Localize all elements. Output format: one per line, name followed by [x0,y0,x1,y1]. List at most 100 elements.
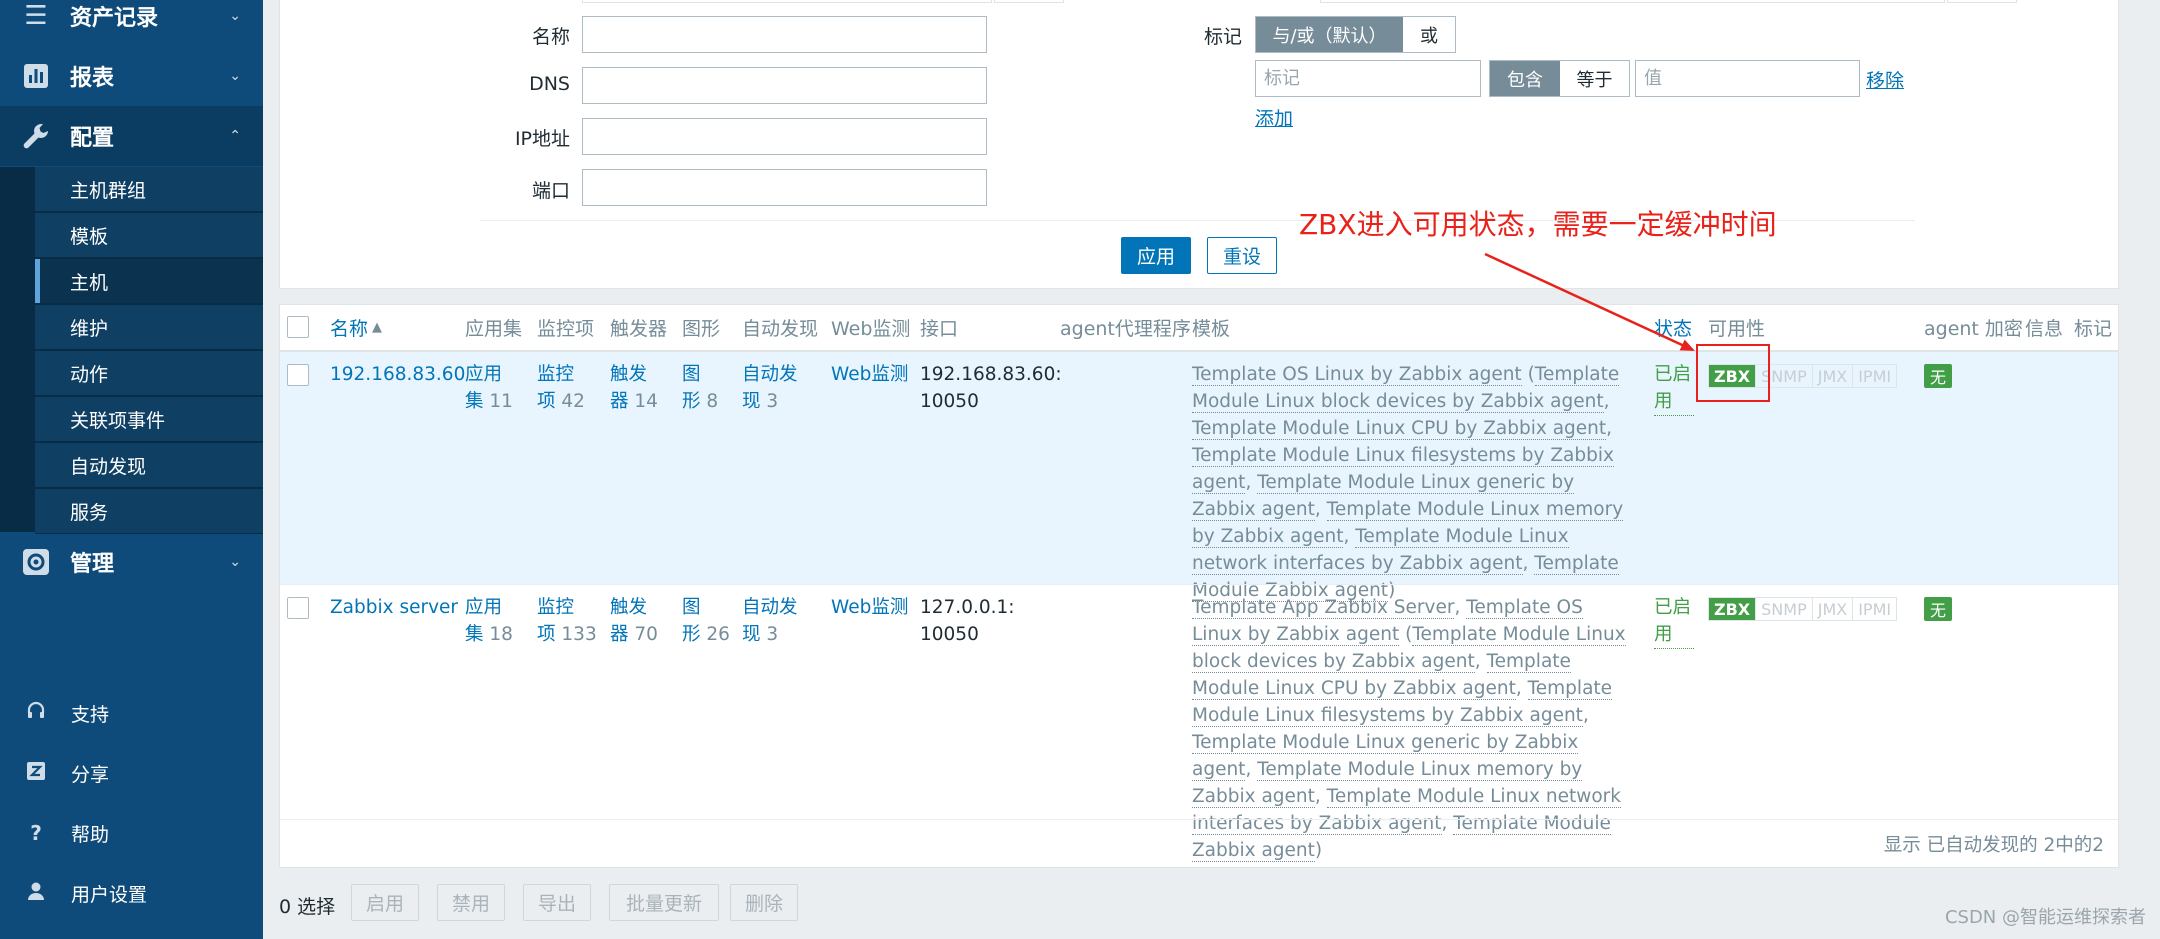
col-web: Web监测 [831,318,911,340]
chevron-up-icon: ⌃ [229,128,241,144]
row-checkbox[interactable] [287,364,309,386]
triggers-label-2: 器 [610,391,629,412]
graphs-count: 26 [706,624,730,645]
mass-update-button[interactable]: 批量更新 [609,884,719,921]
table-footer-count: 显示 已自动发现的 2中的2 [1883,835,2104,856]
hosts-table: 名称 ▲ 应用集 监控项 触发器 图形 自动发现 Web监测 接口 agent代… [279,304,2119,868]
jmx-badge: JMX [1813,598,1854,620]
discovery-label-2: 现 [742,391,761,412]
name-input[interactable] [582,16,987,53]
template-link[interactable]: Template App Zabbix Server [1192,597,1455,619]
select-all-checkbox[interactable] [287,316,309,338]
web-link[interactable]: Web监测 [831,364,908,385]
template-link[interactable]: Template Module Linux CPU by Zabbix agen… [1192,418,1607,440]
apply-button[interactable]: 应用 [1121,237,1191,274]
status-enabled-link[interactable]: 已启用 [1654,361,1694,416]
discovery-label-1: 自动发 [742,597,798,618]
ip-input[interactable] [582,118,987,155]
zbx-badge: ZBX [1709,598,1757,620]
triggers-count: 70 [634,624,658,645]
enable-button[interactable]: 启用 [351,884,419,921]
col-info: 信息 [2025,318,2064,340]
disable-button[interactable]: 禁用 [437,884,505,921]
submenu-templates[interactable]: 模板 [35,213,263,258]
nav-support[interactable]: 支持 [0,684,263,742]
submenu-services[interactable]: 服务 [35,489,263,534]
headset-icon [24,701,48,726]
graphs-count: 8 [706,391,719,412]
tag-op-equals[interactable]: 等于 [1560,61,1629,96]
nav-administration-label: 管理 [70,552,115,577]
nav-reports[interactable]: 报表 ⌄ [0,46,263,106]
watermark: CSDN @智能运维探索者 [1944,907,2146,928]
tag-name-input[interactable] [1255,60,1481,97]
reset-button[interactable]: 重设 [1207,237,1277,274]
encryption-none-badge: 无 [1924,597,1952,621]
col-discovery: 自动发现 [742,318,819,340]
submenu-maintenance[interactable]: 维护 [35,305,263,350]
port-input[interactable] [582,169,987,206]
remove-tag-link[interactable]: 移除 [1866,66,1904,93]
export-button[interactable]: 导出 [523,884,591,921]
templates-list: Template App Zabbix Server, Template OS … [1192,597,1626,862]
nav-reports-label: 报表 [70,66,115,91]
selected-count: 0 选择 [279,896,336,918]
nav-share-label: 分享 [71,763,110,786]
submenu-discovery[interactable]: 自动发现 [35,443,263,488]
nav-share[interactable]: 分享 [0,744,263,802]
status-label-2: 用 [1654,391,1673,412]
col-templates: 模板 [1192,318,1231,340]
bar-chart-icon [22,62,50,90]
nav-help-label: 帮助 [71,823,110,846]
tags-label: 标记 [1203,26,1242,48]
col-triggers: 触发器 [610,318,668,340]
col-name[interactable]: 名称 ▲ [330,305,382,350]
config-submenu: 主机群组 模板 主机 维护 动作 关联项事件 自动发现 服务 [0,167,263,534]
nav-help[interactable]: ? 帮助 [0,804,263,862]
template-link[interactable]: Template OS Linux by Zabbix agent [1192,364,1522,386]
nav-inventory[interactable]: ☰ 资产记录 ⌄ [0,0,263,46]
web-link[interactable]: Web监测 [831,597,908,618]
host-name-link[interactable]: Zabbix server [330,597,458,618]
discovery-label-2: 现 [742,624,761,645]
applications-label-2: 集 [465,624,484,645]
host-name-link[interactable]: 192.168.83.60 [330,364,465,385]
graphs-label-2: 形 [682,624,701,645]
nav-administration[interactable]: 管理 ⌄ [0,532,263,592]
top-input-remnant [582,0,992,3]
availability-indicators: ZBX SNMP JMX IPMI [1708,597,1898,621]
triggers-count: 14 [634,391,658,412]
chevron-down-icon: ⌄ [229,8,241,24]
share-z-icon [24,761,48,786]
triggers-label-2: 器 [610,624,629,645]
tag-op-contains[interactable]: 包含 [1490,61,1560,96]
ipmi-badge: IPMI [1858,599,1892,619]
submenu-event-correlation[interactable]: 关联项事件 [35,397,263,442]
submenu-host-groups[interactable]: 主机群组 [35,167,263,212]
col-applications: 应用集 [465,318,523,340]
status-label-1: 已启 [1654,364,1692,385]
graphs-link[interactable]: 图形 [682,597,701,645]
tag-mode-or[interactable]: 或 [1403,17,1455,52]
col-items: 监控项 [537,318,595,340]
col-status[interactable]: 状态 [1654,305,1692,350]
tag-value-input[interactable] [1635,60,1860,97]
tag-mode-and-or[interactable]: 与/或（默认） [1256,17,1403,52]
delete-button[interactable]: 删除 [730,884,798,921]
user-icon [24,881,48,906]
nav-configuration[interactable]: 配置 ⌃ [0,106,263,166]
add-tag-link[interactable]: 添加 [1255,104,1293,131]
col-proxy: agent代理程序 [1060,318,1191,340]
submenu-actions[interactable]: 动作 [35,351,263,396]
question-icon: ? [30,821,42,845]
status-enabled-link[interactable]: 已启用 [1654,594,1694,649]
nav-user-settings[interactable]: 用户设置 [0,864,263,922]
submenu-hosts[interactable]: 主机 [35,259,263,304]
row-checkbox[interactable] [287,597,309,619]
annotation-highlight-box [1696,344,1770,402]
dns-input[interactable] [582,67,987,104]
applications-label-2: 集 [465,391,484,412]
interface-address: 192.168.83.60: [920,364,1062,385]
row-separator [280,819,2118,820]
graphs-link[interactable]: 图形 [682,364,701,412]
